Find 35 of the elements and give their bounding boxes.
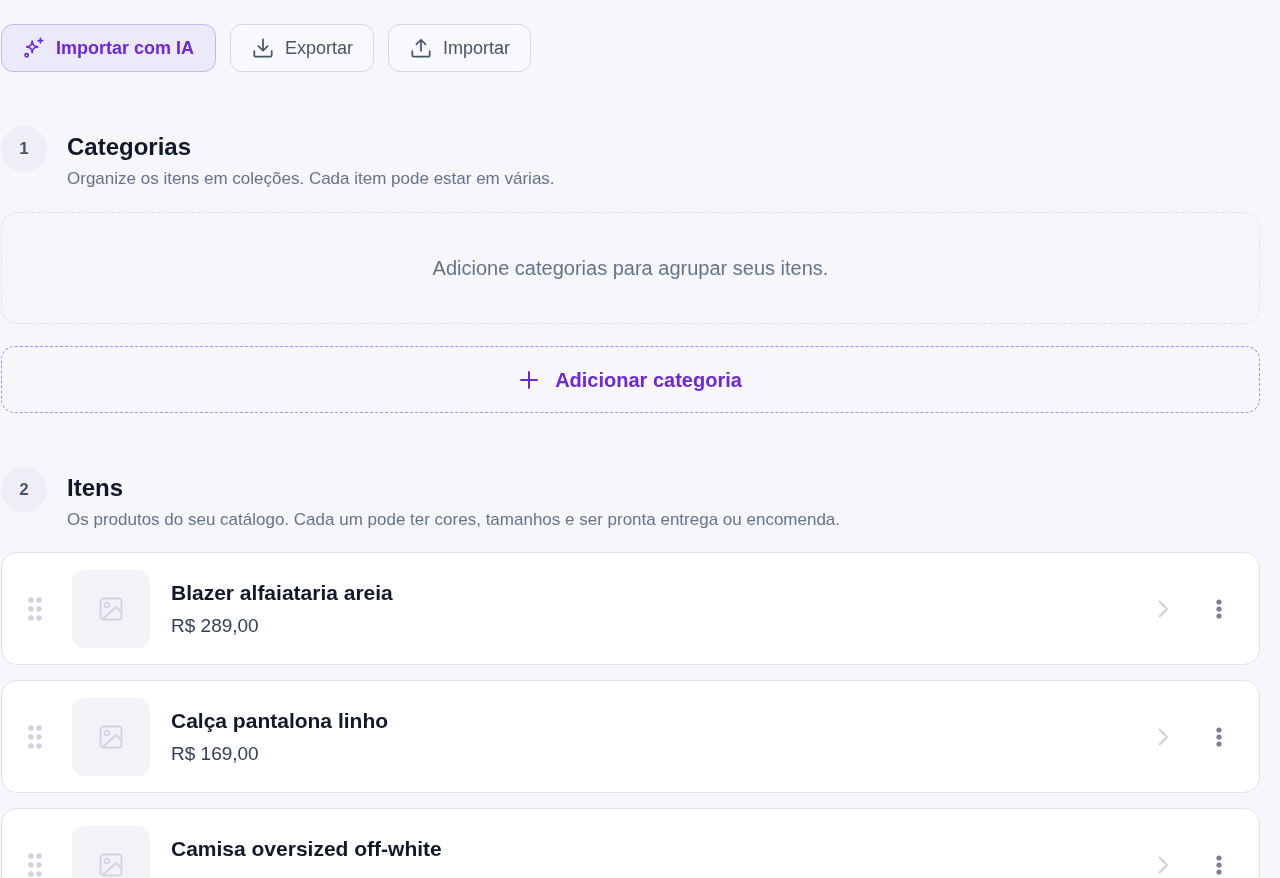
section-title: Categorias [67,132,193,162]
item-price: R$ 169,00 [171,742,260,766]
plus-icon [519,369,540,390]
more-options-icon[interactable] [1216,598,1222,619]
section-description: Os produtos do seu catálogo. Cada um pode ter cores, tamanhos e ser pronta entrega ou encomenda. [67,509,841,531]
drag-handle-icon[interactable] [28,852,42,877]
item-name: Blazer alfaiataria areia [171,580,394,606]
sparkle-icon [23,37,45,59]
empty-state-message: Adicione categorias para agrupar seus itens. [432,256,829,281]
section-title: Itens [67,473,124,503]
step-number: 1 [1,126,47,172]
import-button[interactable]: Importar [388,24,532,72]
image-icon [99,596,123,621]
more-options-icon[interactable] [1216,854,1222,875]
export-button[interactable]: Exportar [230,24,375,72]
image-icon [99,724,123,749]
ai-import-button[interactable]: Importar com IA [1,24,217,72]
drag-handle-icon[interactable] [28,596,42,621]
chevron-right-icon[interactable] [1158,727,1169,746]
download-icon [252,37,275,59]
drag-handle-icon[interactable] [28,724,42,749]
item-price: R$ 289,00 [171,614,260,638]
item-card[interactable]: Calça pantalona linho R$ 169,00 [1,680,1260,793]
add-category-button[interactable]: Adicionar categoria [1,346,1260,413]
chevron-right-icon[interactable] [1158,599,1169,618]
image-icon [99,852,123,877]
item-name: Calça pantalona linho [171,708,390,734]
item-card[interactable]: Camisa oversized off-white [1,808,1260,878]
item-name: Camisa oversized off-white [171,836,443,862]
more-options-icon[interactable] [1216,726,1222,747]
step-number: 2 [1,467,47,513]
section-description: Organize os itens em coleções. Cada item pode estar em várias. [67,168,555,190]
upload-icon [410,37,433,59]
item-card[interactable]: Blazer alfaiataria areia R$ 289,00 [1,552,1260,665]
chevron-right-icon[interactable] [1158,855,1169,874]
